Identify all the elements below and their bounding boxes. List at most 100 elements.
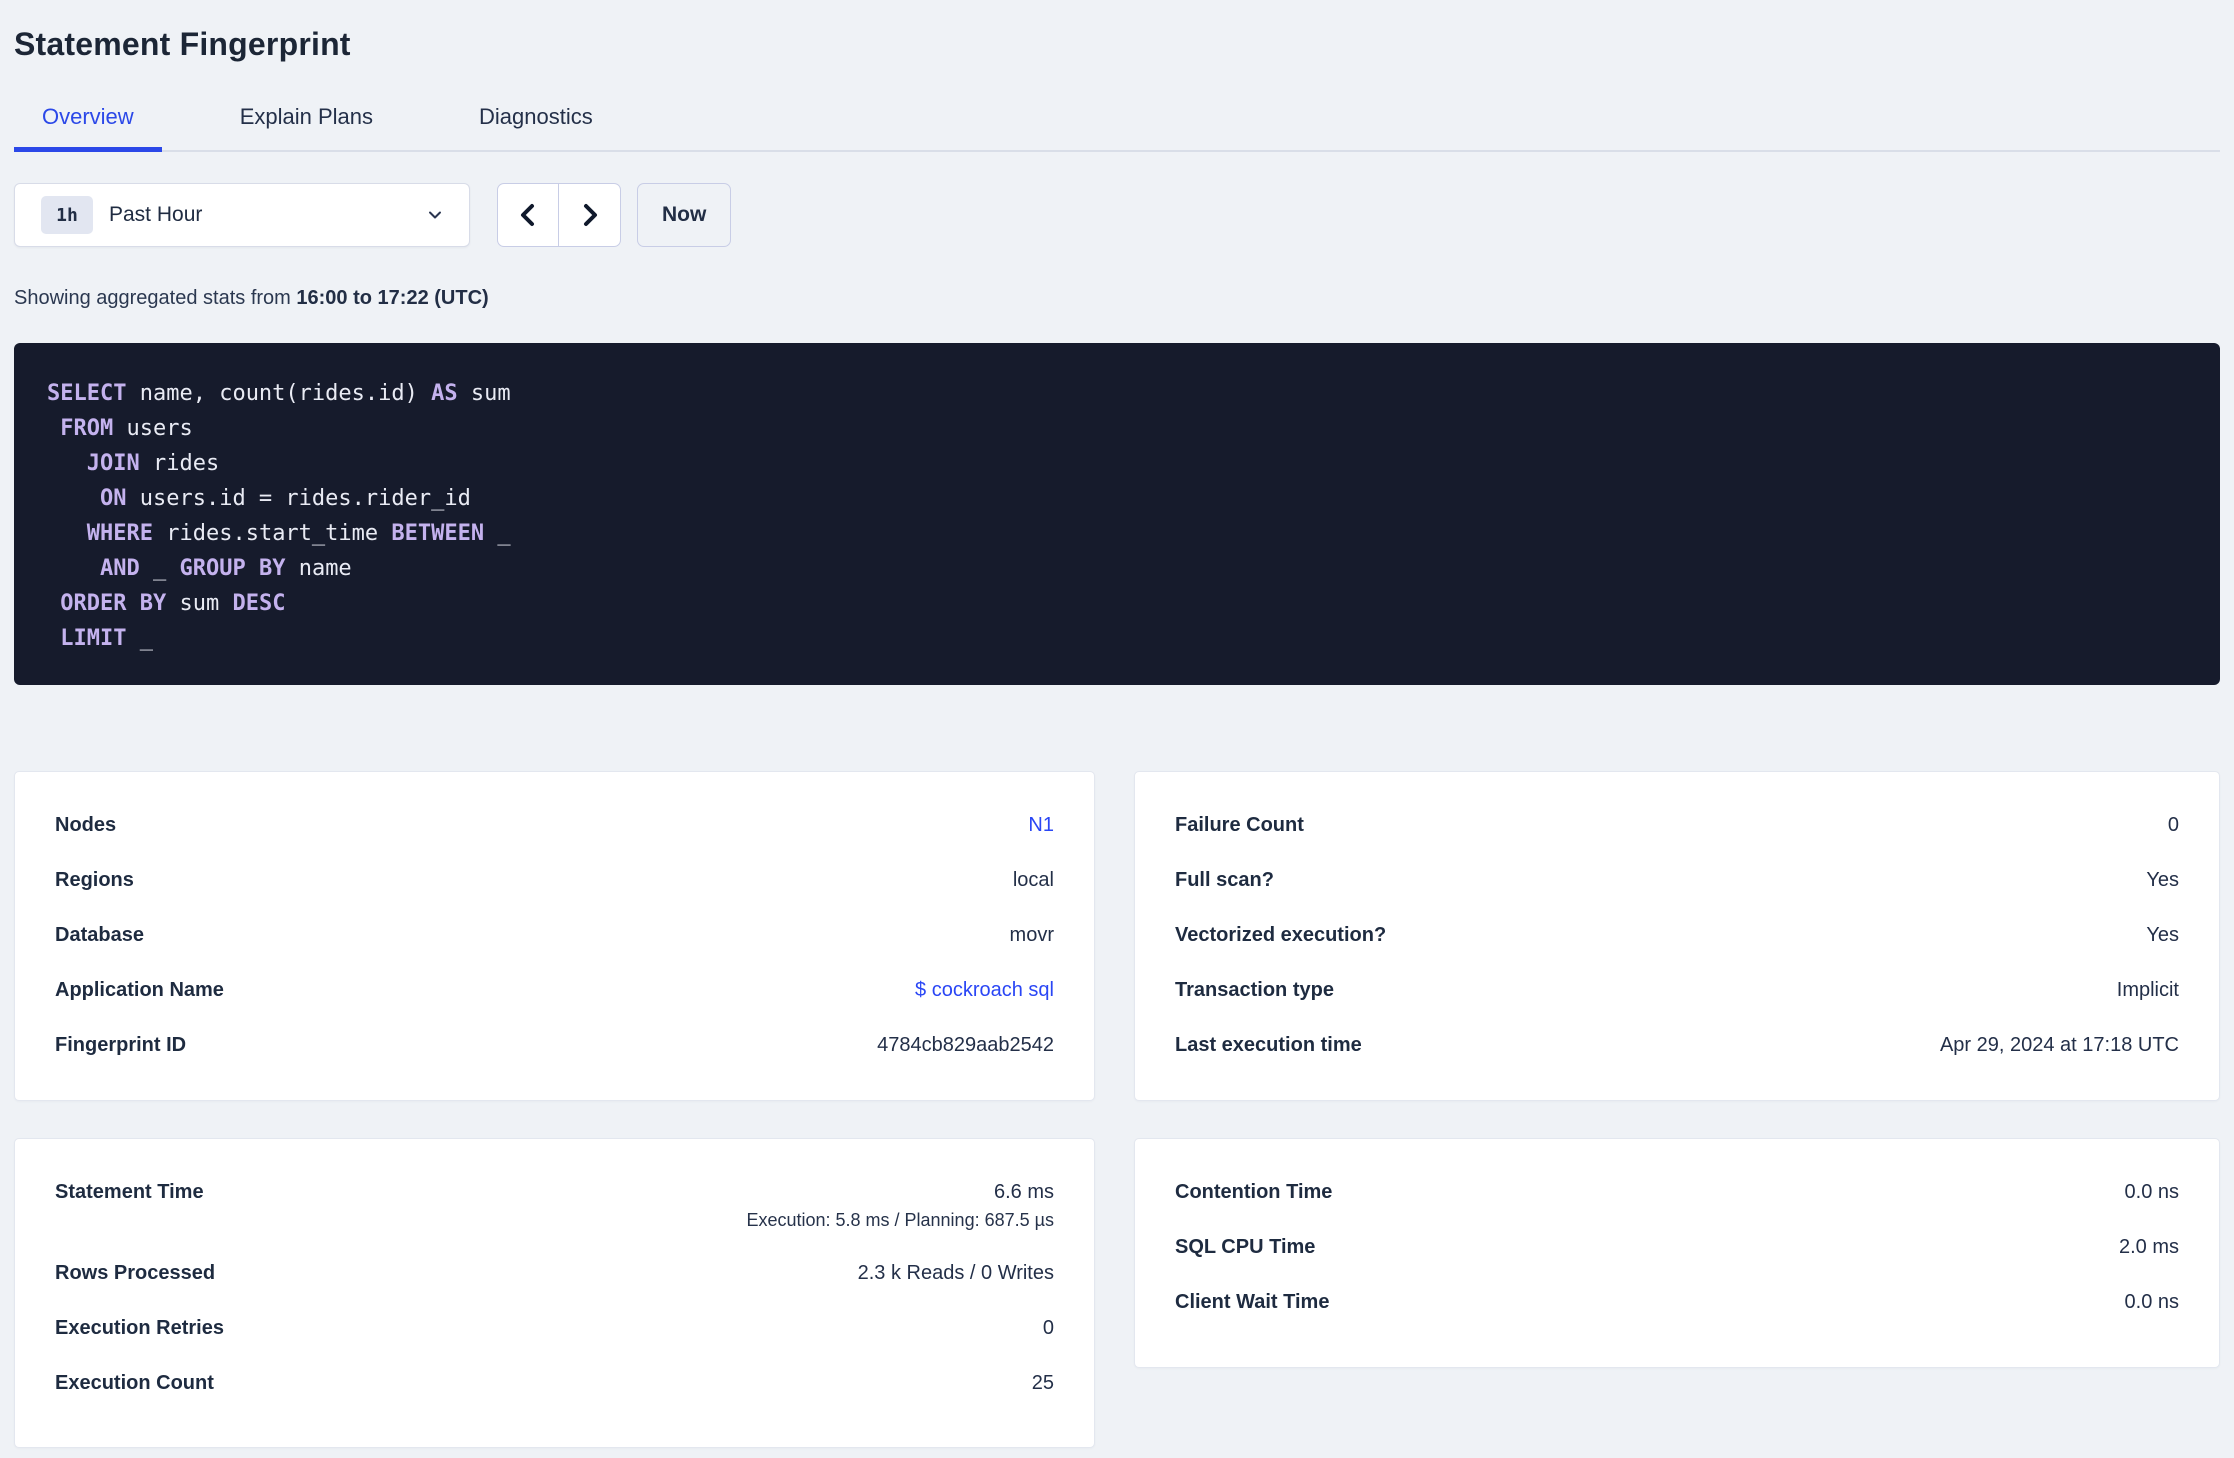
tab-diagnostics[interactable]: Diagnostics bbox=[451, 104, 621, 152]
code-token: AND bbox=[99, 556, 140, 581]
wait-times-card: Contention Time 0.0 ns SQL CPU Time 2.0 … bbox=[1134, 1138, 2220, 1368]
row-label: Transaction type bbox=[1175, 979, 1334, 1001]
row-value: 0.0 ns bbox=[2124, 1291, 2179, 1313]
row-value: Apr 29, 2024 at 17:18 UTC bbox=[1939, 1034, 2179, 1056]
tab-overview[interactable]: Overview bbox=[14, 104, 162, 152]
code-token: DESC bbox=[232, 591, 286, 616]
code-token: ORDER BY bbox=[60, 591, 167, 616]
row-label: Client Wait Time bbox=[1175, 1291, 1330, 1313]
info-row: Regions local bbox=[55, 853, 1054, 908]
code-token: users bbox=[113, 416, 193, 441]
code-token: GROUP BY bbox=[179, 556, 286, 581]
code-token: AS bbox=[431, 381, 458, 406]
code-token: FROM bbox=[60, 416, 114, 441]
code-token: ON bbox=[99, 486, 127, 511]
code-line: WHERE rides.start_time BETWEEN _ bbox=[47, 516, 2187, 551]
tab-bar: Overview Explain Plans Diagnostics bbox=[14, 104, 2220, 152]
chevron-left-icon bbox=[516, 201, 540, 229]
row-subvalue: Execution: 5.8 ms / Planning: 687.5 µs bbox=[746, 1210, 1054, 1230]
wait-times-rows: Contention Time 0.0 ns SQL CPU Time 2.0 … bbox=[1175, 1165, 2179, 1330]
row-value: 4784cb829aab2542 bbox=[877, 1034, 1054, 1056]
time-range-select[interactable]: 1h Past Hour bbox=[14, 183, 470, 247]
code-token: _ bbox=[139, 556, 180, 581]
statement-time-card: Statement Time 6.6 ms Execution: 5.8 ms /… bbox=[14, 1138, 1095, 1448]
tab-explain-plans[interactable]: Explain Plans bbox=[212, 104, 401, 152]
code-token: name bbox=[285, 556, 352, 581]
execution-attributes-card: Failure Count 0 Full scan? Yes Vectorize… bbox=[1134, 771, 2220, 1101]
code-token: _ bbox=[126, 626, 153, 651]
row-label: Failure Count bbox=[1175, 814, 1304, 836]
statement-details-rows: Nodes N1 Regions local Database movr App… bbox=[55, 798, 1054, 1073]
info-row: Database movr bbox=[55, 908, 1054, 963]
next-interval-button[interactable] bbox=[559, 183, 621, 247]
code-token: users.id = rides.rider_id bbox=[126, 486, 471, 511]
tab-label: Overview bbox=[42, 104, 134, 129]
row-label: Full scan? bbox=[1175, 869, 1274, 891]
chevron-down-icon bbox=[425, 205, 445, 225]
row-value: 0 bbox=[2167, 814, 2179, 836]
statement-time-rows: Statement Time 6.6 ms Execution: 5.8 ms /… bbox=[55, 1165, 1054, 1411]
row-value[interactable]: $ cockroach sql bbox=[915, 963, 1054, 1018]
info-row: Rows Processed 2.3 k Reads / 0 Writes bbox=[55, 1246, 1054, 1301]
row-value: 2.0 ms bbox=[2118, 1236, 2179, 1258]
time-range-label: Past Hour bbox=[109, 203, 203, 226]
row-label: Last execution time bbox=[1175, 1034, 1362, 1056]
row-label: Regions bbox=[55, 869, 134, 891]
row-label: Nodes bbox=[55, 814, 117, 836]
info-row: Application Name $ cockroach sql bbox=[55, 963, 1054, 1018]
row-label: Vectorized execution? bbox=[1175, 924, 1387, 946]
now-button[interactable]: Now bbox=[637, 183, 732, 247]
row-value[interactable]: N1 bbox=[1028, 798, 1054, 853]
code-token: SELECT bbox=[47, 381, 127, 406]
info-row: Contention Time 0.0 ns bbox=[1175, 1165, 2179, 1220]
code-token: sum bbox=[457, 381, 511, 406]
code-line: ORDER BY sum DESC bbox=[47, 586, 2187, 621]
tab-label: Diagnostics bbox=[479, 104, 593, 129]
aggregated-stats-text: Showing aggregated stats from 16:00 to 1… bbox=[14, 287, 2220, 310]
page-title: Statement Fingerprint bbox=[14, 26, 351, 62]
code-line: FROM users bbox=[47, 411, 2187, 446]
execution-attributes-rows: Failure Count 0 Full scan? Yes Vectorize… bbox=[1175, 798, 2179, 1073]
sql-statement-box: SELECT name, count(rides.id) AS sum FROM… bbox=[14, 343, 2220, 685]
info-row: Fingerprint ID 4784cb829aab2542 bbox=[55, 1018, 1054, 1073]
statement-details-card: Nodes N1 Regions local Database movr App… bbox=[14, 771, 1095, 1101]
info-row: Statement Time 6.6 ms Execution: 5.8 ms /… bbox=[55, 1165, 1054, 1246]
summary-cards: Nodes N1 Regions local Database movr App… bbox=[14, 771, 2220, 1448]
stats-prefix: Showing aggregated stats from bbox=[14, 287, 297, 309]
row-label: Database bbox=[55, 924, 144, 946]
row-label: Statement Time bbox=[55, 1181, 204, 1203]
info-row: Transaction type Implicit bbox=[1175, 963, 2179, 1018]
info-row: Client Wait Time 0.0 ns bbox=[1175, 1275, 2179, 1330]
code-line: AND _ GROUP BY name bbox=[47, 551, 2187, 586]
time-range-badge: 1h bbox=[41, 196, 93, 234]
code-token: rides bbox=[139, 451, 220, 476]
code-token: _ bbox=[484, 521, 511, 546]
code-token: BETWEEN bbox=[391, 521, 485, 546]
row-value: 2.3 k Reads / 0 Writes bbox=[857, 1262, 1054, 1284]
code-line: ON users.id = rides.rider_id bbox=[47, 481, 2187, 516]
statement-fingerprint-page: Statement Fingerprint Overview Explain P… bbox=[0, 0, 2234, 1458]
code-token: WHERE bbox=[86, 521, 153, 546]
row-label: SQL CPU Time bbox=[1175, 1236, 1316, 1258]
code-token: JOIN bbox=[86, 451, 140, 476]
row-value: 0 bbox=[1042, 1317, 1054, 1339]
stats-range: 16:00 to 17:22 (UTC) bbox=[296, 287, 489, 309]
row-label: Application Name bbox=[55, 979, 224, 1001]
row-label: Contention Time bbox=[1175, 1181, 1333, 1203]
row-value: Implicit bbox=[2116, 979, 2179, 1001]
info-row: Nodes N1 bbox=[55, 798, 1054, 853]
row-value: Yes bbox=[2146, 924, 2179, 946]
chevron-right-icon bbox=[578, 201, 602, 229]
code-token: sum bbox=[166, 591, 233, 616]
tab-label: Explain Plans bbox=[239, 104, 373, 129]
row-value: Yes bbox=[2146, 869, 2179, 891]
row-label: Execution Count bbox=[55, 1372, 214, 1394]
prev-interval-button[interactable] bbox=[497, 183, 559, 247]
time-controls: 1h Past Hour Now bbox=[14, 183, 2220, 247]
